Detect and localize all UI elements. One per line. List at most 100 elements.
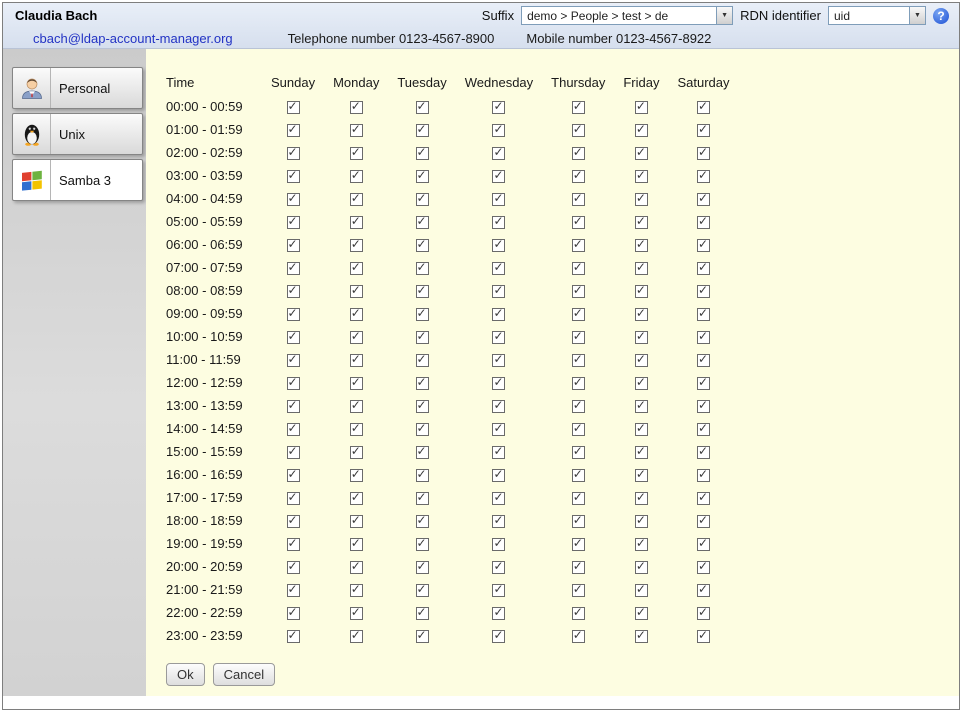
hour-checkbox-tuesday[interactable] bbox=[416, 584, 429, 597]
hour-checkbox-tuesday[interactable] bbox=[416, 515, 429, 528]
tab-samba3[interactable]: Samba 3 bbox=[12, 159, 143, 201]
hour-checkbox-saturday[interactable] bbox=[697, 584, 710, 597]
hour-checkbox-monday[interactable] bbox=[350, 538, 363, 551]
hour-checkbox-sunday[interactable] bbox=[287, 607, 300, 620]
tab-personal[interactable]: Personal bbox=[12, 67, 143, 109]
hour-checkbox-thursday[interactable] bbox=[572, 515, 585, 528]
rdn-select[interactable]: uid bbox=[828, 6, 926, 25]
hour-checkbox-friday[interactable] bbox=[635, 538, 648, 551]
hour-checkbox-wednesday[interactable] bbox=[492, 538, 505, 551]
hour-checkbox-thursday[interactable] bbox=[572, 377, 585, 390]
hour-checkbox-tuesday[interactable] bbox=[416, 216, 429, 229]
hour-checkbox-sunday[interactable] bbox=[287, 124, 300, 137]
hour-checkbox-thursday[interactable] bbox=[572, 423, 585, 436]
hour-checkbox-sunday[interactable] bbox=[287, 377, 300, 390]
hour-checkbox-wednesday[interactable] bbox=[492, 170, 505, 183]
hour-checkbox-monday[interactable] bbox=[350, 101, 363, 114]
hour-checkbox-friday[interactable] bbox=[635, 147, 648, 160]
hour-checkbox-monday[interactable] bbox=[350, 630, 363, 643]
hour-checkbox-monday[interactable] bbox=[350, 515, 363, 528]
hour-checkbox-friday[interactable] bbox=[635, 446, 648, 459]
hour-checkbox-wednesday[interactable] bbox=[492, 630, 505, 643]
hour-checkbox-wednesday[interactable] bbox=[492, 308, 505, 321]
hour-checkbox-thursday[interactable] bbox=[572, 400, 585, 413]
hour-checkbox-sunday[interactable] bbox=[287, 331, 300, 344]
hour-checkbox-friday[interactable] bbox=[635, 607, 648, 620]
hour-checkbox-tuesday[interactable] bbox=[416, 607, 429, 620]
hour-checkbox-saturday[interactable] bbox=[697, 147, 710, 160]
hour-checkbox-wednesday[interactable] bbox=[492, 101, 505, 114]
suffix-select[interactable]: demo > People > test > de bbox=[521, 6, 733, 25]
hour-checkbox-wednesday[interactable] bbox=[492, 147, 505, 160]
hour-checkbox-wednesday[interactable] bbox=[492, 469, 505, 482]
hour-checkbox-friday[interactable] bbox=[635, 101, 648, 114]
hour-checkbox-friday[interactable] bbox=[635, 216, 648, 229]
hour-checkbox-sunday[interactable] bbox=[287, 561, 300, 574]
hour-checkbox-saturday[interactable] bbox=[697, 170, 710, 183]
hour-checkbox-thursday[interactable] bbox=[572, 446, 585, 459]
hour-checkbox-saturday[interactable] bbox=[697, 400, 710, 413]
hour-checkbox-friday[interactable] bbox=[635, 308, 648, 321]
email-link[interactable]: cbach@ldap-account-manager.org bbox=[33, 31, 233, 46]
hour-checkbox-sunday[interactable] bbox=[287, 147, 300, 160]
hour-checkbox-tuesday[interactable] bbox=[416, 492, 429, 505]
hour-checkbox-friday[interactable] bbox=[635, 561, 648, 574]
hour-checkbox-wednesday[interactable] bbox=[492, 492, 505, 505]
hour-checkbox-tuesday[interactable] bbox=[416, 354, 429, 367]
hour-checkbox-sunday[interactable] bbox=[287, 630, 300, 643]
hour-checkbox-friday[interactable] bbox=[635, 630, 648, 643]
hour-checkbox-friday[interactable] bbox=[635, 354, 648, 367]
hour-checkbox-saturday[interactable] bbox=[697, 262, 710, 275]
hour-checkbox-friday[interactable] bbox=[635, 262, 648, 275]
hour-checkbox-monday[interactable] bbox=[350, 469, 363, 482]
hour-checkbox-saturday[interactable] bbox=[697, 492, 710, 505]
hour-checkbox-sunday[interactable] bbox=[287, 354, 300, 367]
hour-checkbox-sunday[interactable] bbox=[287, 308, 300, 321]
hour-checkbox-monday[interactable] bbox=[350, 331, 363, 344]
hour-checkbox-sunday[interactable] bbox=[287, 515, 300, 528]
hour-checkbox-monday[interactable] bbox=[350, 262, 363, 275]
hour-checkbox-thursday[interactable] bbox=[572, 239, 585, 252]
hour-checkbox-saturday[interactable] bbox=[697, 285, 710, 298]
hour-checkbox-tuesday[interactable] bbox=[416, 446, 429, 459]
hour-checkbox-sunday[interactable] bbox=[287, 538, 300, 551]
hour-checkbox-tuesday[interactable] bbox=[416, 170, 429, 183]
hour-checkbox-thursday[interactable] bbox=[572, 561, 585, 574]
hour-checkbox-tuesday[interactable] bbox=[416, 193, 429, 206]
hour-checkbox-sunday[interactable] bbox=[287, 101, 300, 114]
hour-checkbox-sunday[interactable] bbox=[287, 262, 300, 275]
hour-checkbox-saturday[interactable] bbox=[697, 354, 710, 367]
hour-checkbox-wednesday[interactable] bbox=[492, 400, 505, 413]
hour-checkbox-saturday[interactable] bbox=[697, 469, 710, 482]
cancel-button[interactable]: Cancel bbox=[213, 663, 275, 686]
hour-checkbox-tuesday[interactable] bbox=[416, 147, 429, 160]
hour-checkbox-wednesday[interactable] bbox=[492, 262, 505, 275]
hour-checkbox-sunday[interactable] bbox=[287, 216, 300, 229]
hour-checkbox-wednesday[interactable] bbox=[492, 193, 505, 206]
hour-checkbox-thursday[interactable] bbox=[572, 147, 585, 160]
hour-checkbox-monday[interactable] bbox=[350, 124, 363, 137]
hour-checkbox-wednesday[interactable] bbox=[492, 331, 505, 344]
hour-checkbox-saturday[interactable] bbox=[697, 124, 710, 137]
chevron-down-icon[interactable] bbox=[909, 7, 925, 24]
hour-checkbox-monday[interactable] bbox=[350, 216, 363, 229]
hour-checkbox-friday[interactable] bbox=[635, 515, 648, 528]
hour-checkbox-monday[interactable] bbox=[350, 377, 363, 390]
hour-checkbox-sunday[interactable] bbox=[287, 423, 300, 436]
hour-checkbox-monday[interactable] bbox=[350, 446, 363, 459]
hour-checkbox-tuesday[interactable] bbox=[416, 377, 429, 390]
hour-checkbox-sunday[interactable] bbox=[287, 285, 300, 298]
hour-checkbox-tuesday[interactable] bbox=[416, 262, 429, 275]
hour-checkbox-tuesday[interactable] bbox=[416, 538, 429, 551]
hour-checkbox-monday[interactable] bbox=[350, 193, 363, 206]
hour-checkbox-wednesday[interactable] bbox=[492, 515, 505, 528]
hour-checkbox-monday[interactable] bbox=[350, 584, 363, 597]
hour-checkbox-thursday[interactable] bbox=[572, 101, 585, 114]
hour-checkbox-saturday[interactable] bbox=[697, 423, 710, 436]
hour-checkbox-saturday[interactable] bbox=[697, 377, 710, 390]
hour-checkbox-wednesday[interactable] bbox=[492, 354, 505, 367]
hour-checkbox-thursday[interactable] bbox=[572, 216, 585, 229]
hour-checkbox-monday[interactable] bbox=[350, 239, 363, 252]
hour-checkbox-thursday[interactable] bbox=[572, 170, 585, 183]
hour-checkbox-friday[interactable] bbox=[635, 423, 648, 436]
